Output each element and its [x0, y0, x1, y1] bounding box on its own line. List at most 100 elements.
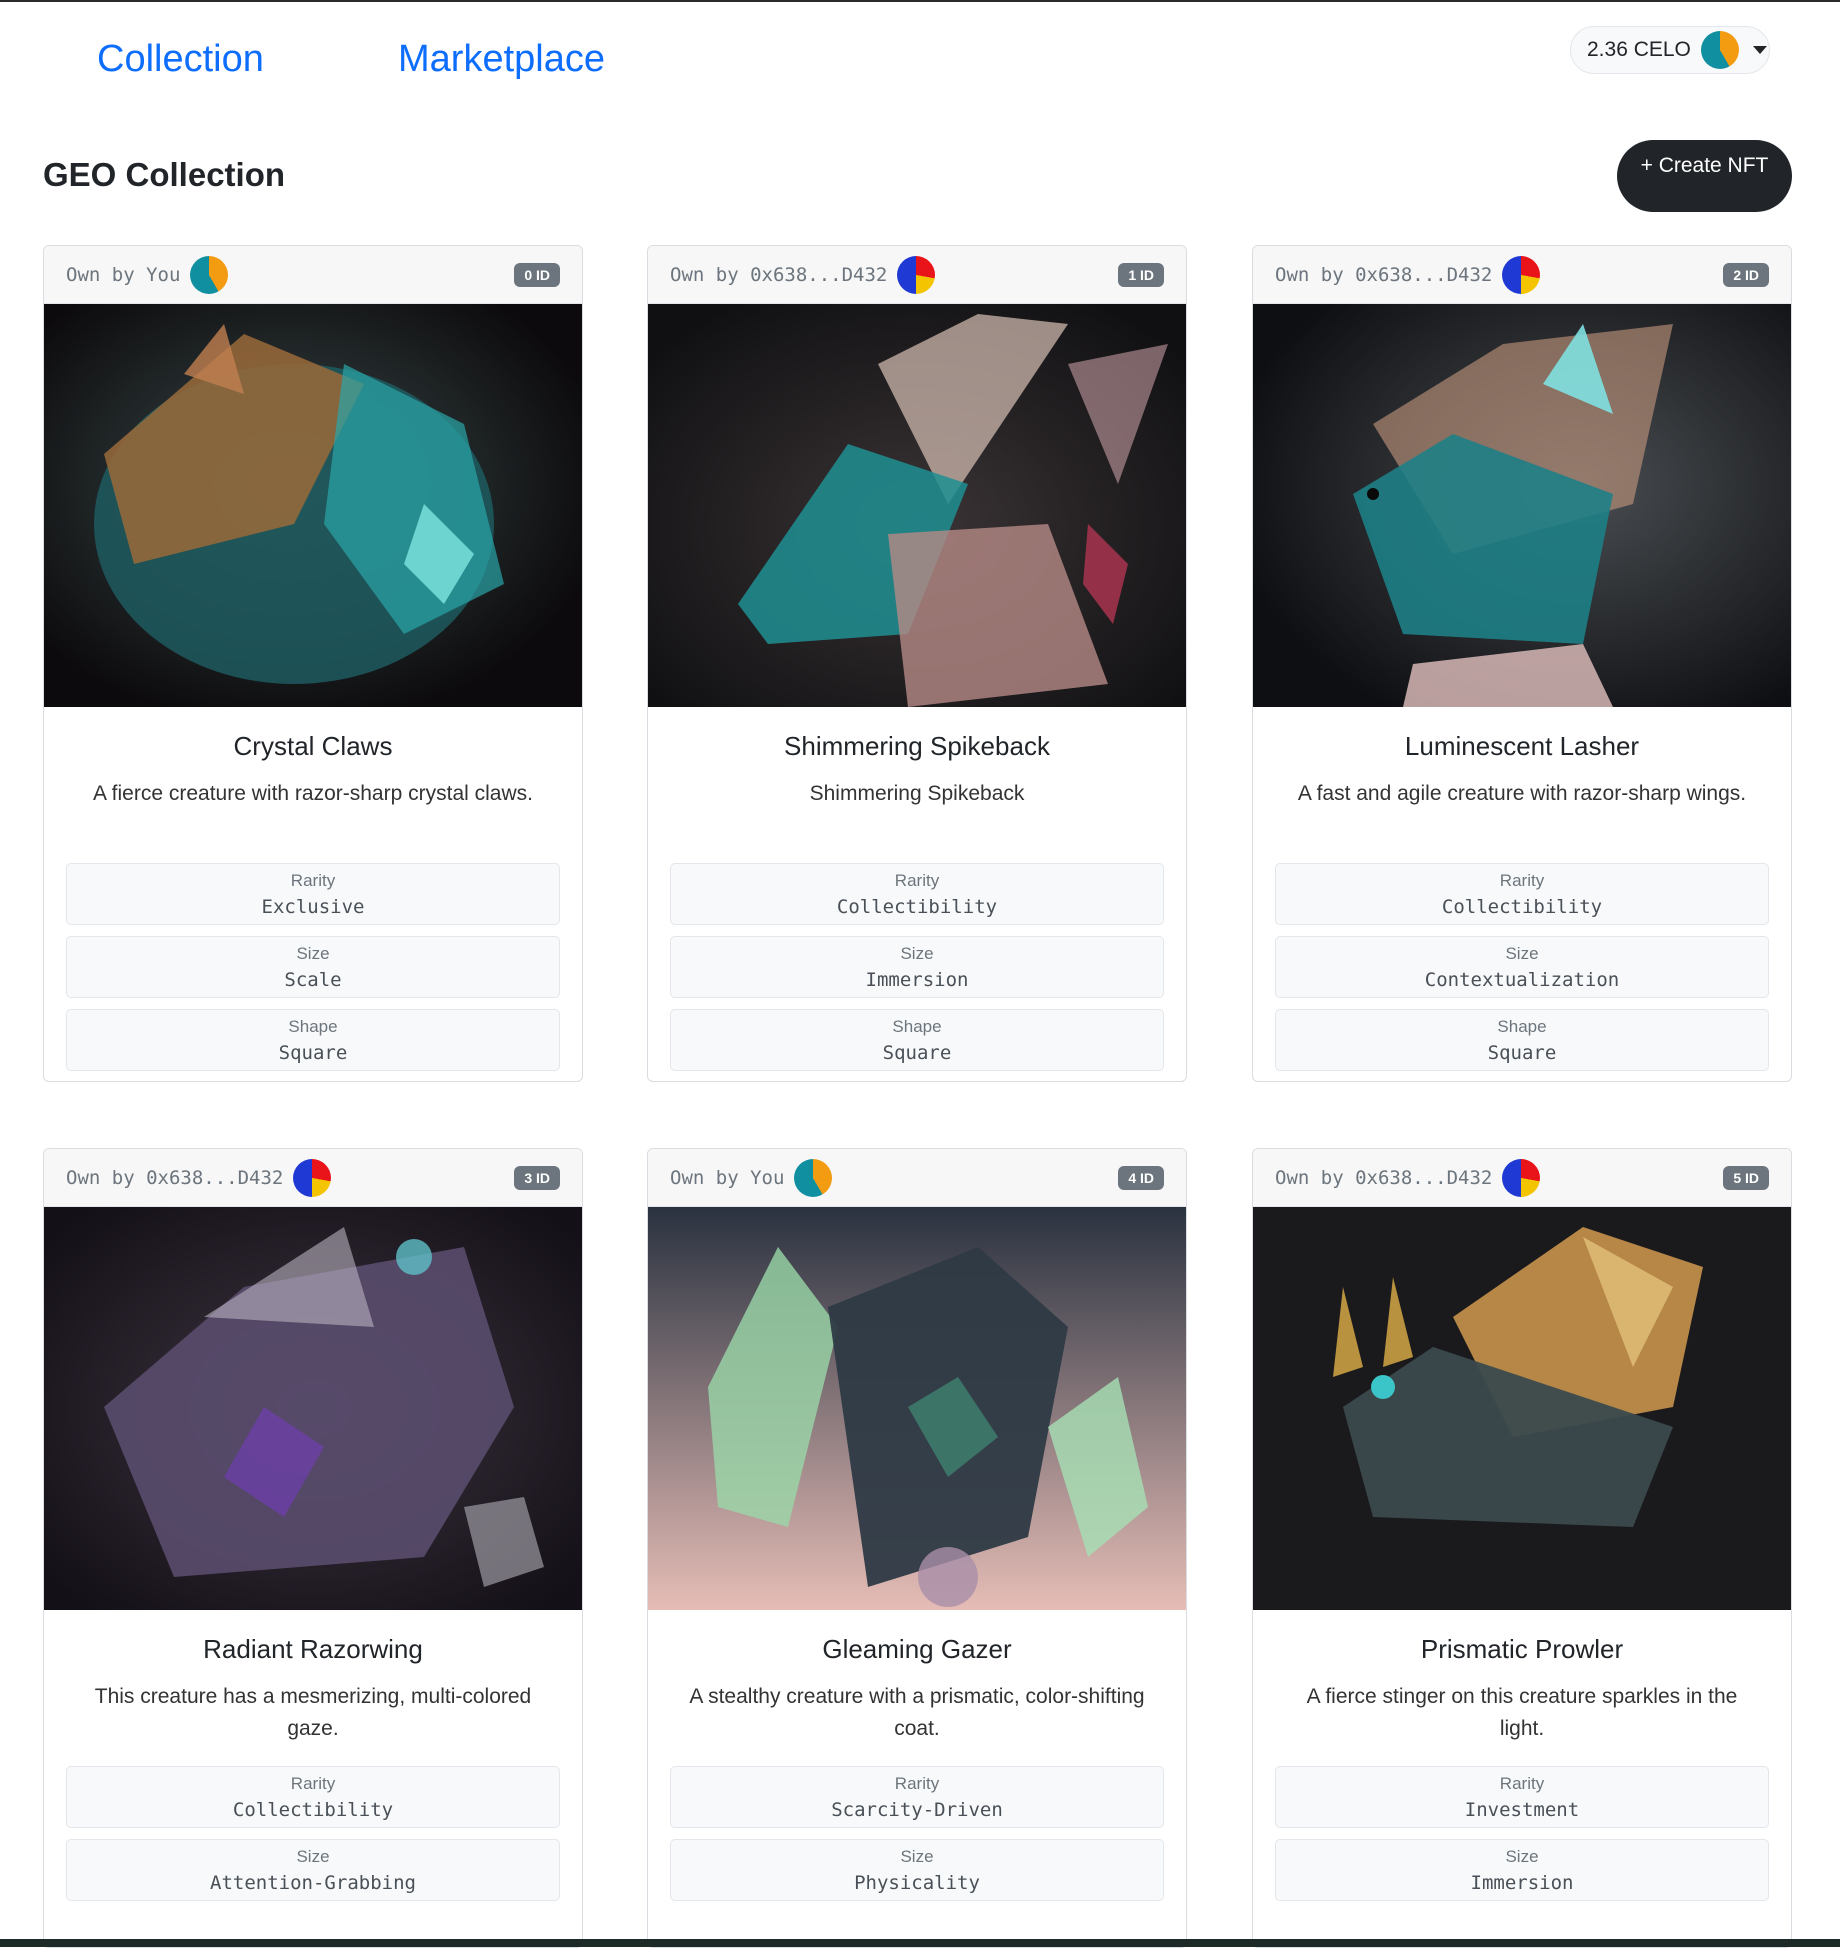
attribute-size: Size Immersion	[670, 936, 1164, 998]
attribute-key: Size	[296, 1847, 330, 1866]
attribute-key: Size	[1505, 1847, 1539, 1866]
nft-title: Gleaming Gazer	[822, 1634, 1012, 1664]
nft-image	[648, 304, 1186, 707]
nav-marketplace-link[interactable]: Marketplace	[398, 38, 605, 81]
owner-avatar-icon	[897, 255, 936, 294]
wallet-avatar-icon	[1700, 31, 1739, 69]
attribute-key: Shape	[1497, 1017, 1547, 1036]
nft-description: A fierce creature with razor-sharp cryst…	[93, 782, 533, 805]
nav-collection-link[interactable]: Collection	[97, 38, 264, 81]
id-badge: 0 ID	[514, 263, 560, 287]
card-header: Own by 0x638...D432 1 ID	[648, 246, 1186, 304]
nft-card: Own by 0x638...D432 2 ID Luminescent Las…	[1252, 245, 1792, 1082]
nft-description: This creature has a mesmerizing, multi-c…	[94, 1685, 532, 1740]
attribute-size: Size Attention-Grabbing	[66, 1839, 560, 1901]
attribute-key: Size	[900, 1847, 934, 1866]
owner-avatar-icon	[1502, 255, 1541, 294]
caret-down-icon	[1752, 46, 1767, 54]
nft-description: Shimmering Spikeback	[809, 782, 1025, 805]
attribute-value: Square	[1487, 1042, 1557, 1064]
attribute-rarity: Rarity Collectibility	[670, 863, 1164, 925]
attribute-key: Rarity	[290, 871, 336, 890]
attribute-key: Size	[900, 944, 934, 963]
attribute-value: Scale	[284, 969, 342, 991]
card-header: Own by 0x638...D432 5 ID	[1253, 1149, 1791, 1207]
attribute-value: Contextualization	[1424, 969, 1620, 991]
attribute-value: Immersion	[1470, 1872, 1574, 1894]
nft-title: Crystal Claws	[233, 731, 393, 761]
attribute-rarity: Rarity Exclusive	[66, 863, 560, 925]
attribute-value: Physicality	[854, 1872, 980, 1894]
card-body: Crystal Claws A fierce creature with raz…	[44, 707, 582, 1081]
card-header: Own by 0x638...D432 3 ID	[44, 1149, 582, 1207]
page-title: GEO Collection	[43, 156, 286, 193]
owner-avatar-icon	[794, 1158, 833, 1197]
attribute-rarity: Rarity Collectibility	[1275, 863, 1769, 925]
owner-avatar-icon	[293, 1158, 332, 1197]
attribute-value: Square	[882, 1042, 952, 1064]
nft-card: Own by You 4 ID Gleaming Gazer A stealth…	[647, 1148, 1187, 1948]
nft-description: A stealthy creature with a prismatic, co…	[689, 1685, 1145, 1740]
attribute-key: Shape	[892, 1017, 942, 1036]
attribute-key: Rarity	[894, 1774, 940, 1793]
attribute-value: Collectibility	[1441, 896, 1603, 918]
attribute-key: Rarity	[1499, 871, 1545, 890]
id-badge: 2 ID	[1723, 263, 1769, 287]
id-badge: 3 ID	[514, 1166, 560, 1190]
nft-image	[44, 1207, 582, 1610]
owner-avatar-icon	[1502, 1158, 1541, 1197]
attribute-shape: Shape Square	[1275, 1009, 1769, 1071]
nft-description: A fast and agile creature with razor-sha…	[1297, 782, 1747, 805]
owner-label: Own by 0x638...D432	[66, 1166, 284, 1189]
owner-avatar-icon	[190, 255, 229, 294]
top-nav: Collection Marketplace 2.36 CELO	[0, 2, 1840, 112]
nft-card: Own by You 0 ID Crystal Claws A fierce c…	[43, 245, 583, 1082]
attribute-size: Size Physicality	[670, 1839, 1164, 1901]
card-body: Luminescent Lasher A fast and agile crea…	[1253, 707, 1791, 1081]
attribute-key: Rarity	[290, 1774, 336, 1793]
nft-image	[44, 304, 582, 707]
wallet-dropdown[interactable]: 2.36 CELO	[1570, 26, 1770, 74]
attribute-shape: Shape Square	[66, 1009, 560, 1071]
id-badge: 4 ID	[1118, 1166, 1164, 1190]
attribute-value: Collectibility	[836, 896, 998, 918]
attribute-key: Rarity	[894, 871, 940, 890]
attribute-size: Size Contextualization	[1275, 936, 1769, 998]
id-badge: 5 ID	[1723, 1166, 1769, 1190]
card-body: Radiant Razorwing This creature has a me…	[44, 1610, 582, 1923]
nft-title: Radiant Razorwing	[203, 1634, 423, 1664]
bottom-strip	[0, 1939, 1840, 1947]
nft-image	[1253, 1207, 1791, 1610]
owner-label: Own by 0x638...D432	[1275, 1166, 1493, 1189]
create-nft-button[interactable]: + Create NFT	[1617, 140, 1792, 212]
card-body: Gleaming Gazer A stealthy creature with …	[648, 1610, 1186, 1923]
nft-card: Own by 0x638...D432 1 ID Shimmering Spik…	[647, 245, 1187, 1082]
attribute-value: Attention-Grabbing	[210, 1872, 416, 1894]
card-header: Own by You 0 ID	[44, 246, 582, 304]
owner-label: Own by You	[670, 1166, 785, 1189]
nft-image	[648, 1207, 1186, 1610]
attribute-rarity: Rarity Collectibility	[66, 1766, 560, 1828]
attribute-shape: Shape Square	[670, 1009, 1164, 1071]
owner-label: Own by 0x638...D432	[670, 263, 888, 286]
attribute-rarity: Rarity Investment	[1275, 1766, 1769, 1828]
card-header: Own by 0x638...D432 2 ID	[1253, 246, 1791, 304]
nft-title: Luminescent Lasher	[1404, 731, 1640, 761]
attribute-size: Size Immersion	[1275, 1839, 1769, 1901]
attribute-value: Immersion	[865, 969, 969, 991]
attribute-value: Collectibility	[232, 1799, 394, 1821]
attribute-key: Rarity	[1499, 1774, 1545, 1793]
card-body: Shimmering Spikeback Shimmering Spikebac…	[648, 707, 1186, 1081]
id-badge: 1 ID	[1118, 263, 1164, 287]
nft-image	[1253, 304, 1791, 707]
attribute-value: Square	[278, 1042, 348, 1064]
card-body: Prismatic Prowler A fierce stinger on th…	[1253, 1610, 1791, 1923]
nft-description: A fierce stinger on this creature sparkl…	[1306, 1685, 1738, 1740]
nft-card: Own by 0x638...D432 3 ID Radiant Razorwi…	[43, 1148, 583, 1948]
attribute-key: Size	[1505, 944, 1539, 963]
card-header: Own by You 4 ID	[648, 1149, 1186, 1207]
attribute-value: Exclusive	[261, 896, 365, 918]
nft-title: Prismatic Prowler	[1420, 1634, 1624, 1664]
attribute-value: Investment	[1464, 1799, 1580, 1821]
attribute-key: Shape	[288, 1017, 338, 1036]
